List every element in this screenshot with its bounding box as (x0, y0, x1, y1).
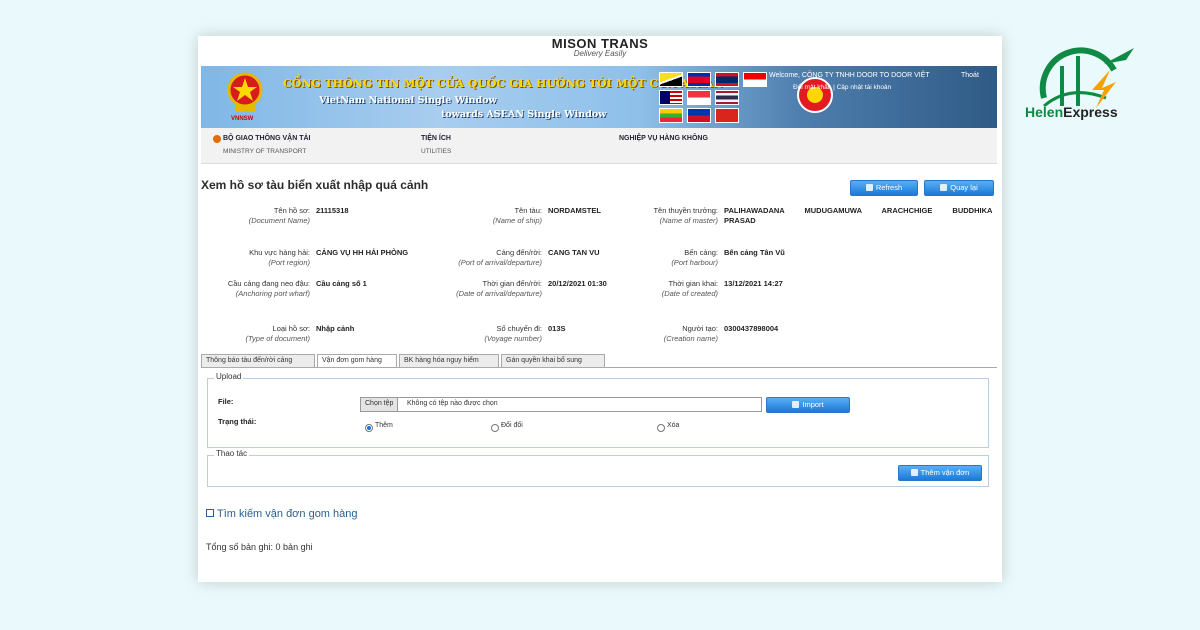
harbour-value: Bến cảng Tân Vũ (724, 248, 785, 257)
nav-ministry-label: BỘ GIAO THÔNG VẬN TẢI (223, 135, 311, 142)
tab-divider (201, 367, 997, 368)
port-region-label: Khu vực hàng hải: (Port region) (249, 248, 310, 267)
add-icon (910, 469, 918, 476)
doc-name-value: 21115318 (316, 206, 349, 215)
ship-name-value: NORDAMSTEL (548, 206, 601, 215)
brand-header: MISON TRANS Delivery Easily (198, 36, 1002, 64)
asean-flags (659, 72, 771, 123)
banner: VNNSW CỔNG THÔNG TIN MỘT CỬA QUỐC GIA HƯ… (201, 66, 997, 128)
helen-wordmark-part2: Express (1063, 104, 1118, 120)
creator-label: Người tạo: (Creation name) (663, 324, 718, 343)
upload-legend: Upload (214, 372, 244, 381)
actions-fieldset: Thao tác Thêm vận đơn (207, 449, 989, 487)
asean-logo-icon (797, 77, 833, 113)
banner-subtitle-2: towards ASEAN Single Window (441, 109, 607, 120)
screenshot-frame: MISON TRANS Delivery Easily VNNSW CỔNG T… (198, 36, 1002, 582)
master-name-value: PALIHAWADANA MUDUGAMUWA ARACHCHIGE BUDDH… (724, 206, 993, 225)
nav-utilities-sub: UTILITIES (421, 148, 452, 155)
flag-singapore-icon (687, 90, 711, 105)
helen-express-wordmark: HelenExpress (1025, 104, 1118, 120)
brand-tagline: Delivery Easily (573, 49, 627, 58)
flag-philippines-icon (687, 108, 711, 123)
flag-cambodia-icon (687, 72, 711, 87)
nav-ministry-sub: MINISTRY OF TRANSPORT (223, 148, 307, 155)
account-links[interactable]: Đổi mật khẩu | Cập nhật tài khoản (793, 84, 891, 91)
file-input[interactable]: Chọn tệp Không có tệp nào được chọn (360, 397, 762, 412)
no-file-text: Không có tệp nào được chọn (407, 400, 498, 407)
expand-icon (206, 509, 214, 517)
refresh-label: Refresh (875, 183, 903, 192)
doc-name-label: Tên hồ sơ: (Document Name) (248, 206, 310, 225)
nav-item-aviation[interactable]: NGHIỆP VỤ HÀNG KHÔNG (619, 135, 708, 142)
page-title: Xem hồ sơ tàu biển xuất nhập quá cảnh (201, 178, 429, 192)
status-label: Trạng thái: (218, 417, 257, 426)
anchoring-value: Cầu cảng số 1 (316, 279, 367, 288)
choose-file-button[interactable]: Chọn tệp (361, 398, 399, 411)
flag-myanmar-icon (659, 108, 683, 123)
radio-change-label: Đổi đổi (501, 422, 523, 429)
back-label: Quay lại (950, 183, 978, 192)
master-name-label: Tên thuyền trưởng: (Name of master) (653, 206, 718, 225)
nav-aviation-label: NGHIỆP VỤ HÀNG KHÔNG (619, 135, 708, 142)
doc-type-label: Loại hồ sơ: (Type of document) (245, 324, 310, 343)
radio-delete[interactable] (657, 424, 665, 432)
refresh-icon (865, 184, 873, 191)
import-label: Import (802, 400, 824, 409)
add-bill-label: Thêm vận đơn (920, 468, 970, 477)
tab-consolidated-bl[interactable]: Vận đơn gom hàng (317, 354, 397, 368)
back-icon (940, 184, 948, 191)
flag-brunei-icon (659, 72, 683, 87)
refresh-button[interactable]: Refresh (850, 180, 918, 196)
ship-name-label: Tên tàu: (Name of ship) (492, 206, 542, 225)
port-arrival-value: CANG TAN VU (548, 248, 600, 257)
harbour-label: Bến cảng: (Port harbour) (671, 248, 718, 267)
search-label: Tìm kiếm vận đơn gom hàng (217, 508, 358, 520)
radio-add-label: Thêm (375, 422, 393, 429)
helen-wordmark-part1: Helen (1025, 104, 1064, 120)
search-toggle[interactable]: Tìm kiếm vận đơn gom hàng (206, 508, 358, 520)
actions-legend: Thao tác (214, 449, 250, 458)
nav-utilities-label: TIỆN ÍCH (421, 135, 451, 142)
back-button[interactable]: Quay lại (924, 180, 994, 196)
file-label: File: (218, 397, 234, 406)
arrival-time-value: 20/12/2021 01:30 (548, 279, 607, 288)
radio-delete-label: Xóa (667, 422, 680, 429)
upload-fieldset: Upload File: Chọn tệp Không có tệp nào đ… (207, 372, 989, 448)
add-bill-button[interactable]: Thêm vận đơn (898, 465, 982, 481)
total-records: Tổng số bản ghi: 0 bản ghi (206, 542, 313, 552)
nav-item-utilities[interactable]: TIỆN ÍCH UTILITIES (421, 135, 451, 155)
banner-title: CỔNG THÔNG TIN MỘT CỬA QUỐC GIA HƯỚNG TỚ… (283, 77, 724, 90)
flag-malaysia-icon (659, 90, 683, 105)
port-arrival-label: Cảng đến/rời: (Port of arrival/departure) (458, 248, 542, 267)
created-time-value: 13/12/2021 14:27 (724, 279, 783, 288)
voyage-label: Số chuyến đi: (Voyage number) (484, 324, 542, 343)
voyage-value: 013S (548, 324, 566, 333)
nav-item-ministry[interactable]: BỘ GIAO THÔNG VẬN TẢI MINISTRY OF TRANSP… (213, 135, 311, 155)
creator-value: 0300437898004 (724, 324, 779, 333)
banner-subtitle-1: VietNam National Single Window (319, 95, 497, 106)
arrival-time-label: Thời gian đến/rời: (Date of arrival/depar… (456, 279, 542, 298)
created-time-label: Thời gian khai: (Date of created) (661, 279, 718, 298)
flag-thailand-icon (715, 90, 739, 105)
welcome-user: Welcome, CÔNG TY TNHH DOOR TO DOOR VIỆT (769, 72, 930, 79)
port-region-value: CẢNG VỤ HH HẢI PHÒNG (316, 248, 409, 257)
import-icon (792, 401, 800, 408)
flag-vietnam-icon (715, 108, 739, 123)
radio-add[interactable] (365, 424, 373, 432)
import-button[interactable]: Import (766, 397, 850, 413)
tab-assign-permission[interactable]: Gán quyền khai bổ sung (501, 354, 605, 367)
tab-dangerous-goods[interactable]: BK hàng hóa nguy hiểm (399, 354, 499, 367)
main-nav: BỘ GIAO THÔNG VẬN TẢI MINISTRY OF TRANSP… (201, 128, 997, 164)
logout-link[interactable]: Thoát (961, 72, 979, 79)
ministry-icon (213, 135, 221, 143)
radio-change[interactable] (491, 424, 499, 432)
flag-indonesia-icon (743, 72, 767, 87)
tab-arrival-notice[interactable]: Thông báo tàu đến/rời cảng (201, 354, 315, 367)
anchoring-label: Cầu cảng đang neo đậu: (Anchoring port wh… (227, 279, 310, 298)
national-emblem-icon (227, 72, 263, 112)
emblem-caption: VNNSW (231, 116, 254, 122)
doc-type-value: Nhập cảnh (316, 324, 355, 333)
flag-laos-icon (715, 72, 739, 87)
